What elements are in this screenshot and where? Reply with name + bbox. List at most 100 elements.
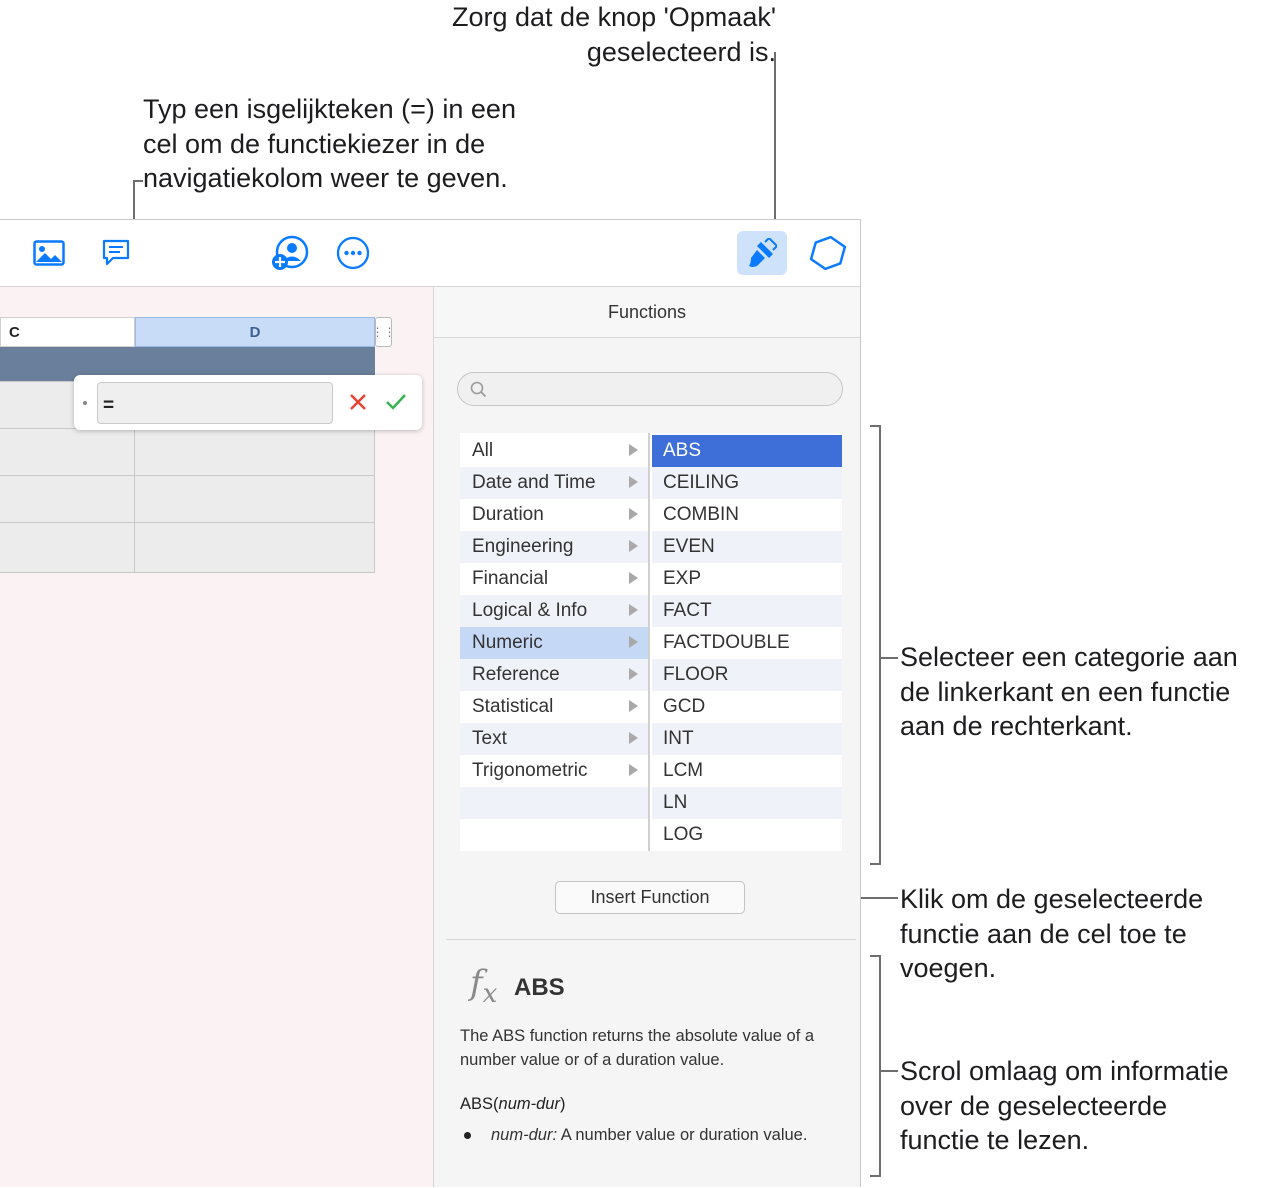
table-cell[interactable] bbox=[0, 475, 135, 523]
search-input[interactable] bbox=[457, 372, 843, 406]
accept-icon[interactable] bbox=[385, 392, 407, 417]
chevron-right-icon bbox=[629, 636, 638, 648]
function-lcm[interactable]: LCM bbox=[652, 755, 842, 787]
table-cell[interactable] bbox=[0, 522, 135, 573]
function-ln[interactable]: LN bbox=[652, 787, 842, 819]
function-log[interactable]: LOG bbox=[652, 819, 842, 851]
chevron-right-icon bbox=[629, 764, 638, 776]
callout-insert: Klik om de geselecteerde functie aan de … bbox=[900, 882, 1203, 986]
callout-line: functie aan de cel toe te bbox=[900, 918, 1187, 949]
table-cell[interactable] bbox=[134, 428, 375, 476]
column-header-c[interactable]: C bbox=[0, 317, 135, 347]
leader-line bbox=[133, 180, 143, 182]
bracket bbox=[870, 863, 880, 865]
function-abs[interactable]: ABS bbox=[652, 435, 842, 467]
callout-select: Selecteer een categorie aan de linkerkan… bbox=[900, 640, 1238, 744]
chevron-right-icon bbox=[629, 604, 638, 616]
bracket bbox=[879, 657, 898, 659]
category-date-and-time[interactable]: Date and Time bbox=[460, 467, 648, 499]
search-icon bbox=[470, 381, 487, 398]
category-all[interactable]: All bbox=[460, 435, 648, 467]
sidebar-title: Functions bbox=[434, 287, 860, 338]
function-even[interactable]: EVEN bbox=[652, 531, 842, 563]
category-logical-info[interactable]: Logical & Info bbox=[460, 595, 648, 627]
callout-line: cel om de functiekiezer in de bbox=[143, 128, 486, 159]
callout-equals: Typ een isgelijkteken (=) in een cel om … bbox=[143, 92, 516, 196]
format-sidebar: Functions All Date and Time Duration Eng… bbox=[434, 287, 860, 1187]
function-ceiling[interactable]: CEILING bbox=[652, 467, 842, 499]
function-gcd[interactable]: GCD bbox=[652, 691, 842, 723]
bullet-icon bbox=[464, 1132, 471, 1139]
organize-icon[interactable] bbox=[806, 231, 850, 275]
drag-dot-icon bbox=[83, 401, 87, 405]
table-cell[interactable] bbox=[0, 428, 135, 476]
description-function-name: ABS bbox=[514, 974, 565, 1001]
chevron-right-icon bbox=[629, 572, 638, 584]
category-reference[interactable]: Reference bbox=[460, 659, 648, 691]
category-text[interactable]: Text bbox=[460, 723, 648, 755]
column-label: D bbox=[249, 323, 261, 341]
table-cell[interactable] bbox=[134, 522, 375, 573]
chevron-right-icon bbox=[629, 444, 638, 456]
bracket bbox=[870, 1175, 880, 1177]
image-icon[interactable] bbox=[27, 231, 71, 275]
format-brush-icon[interactable] bbox=[737, 231, 787, 275]
chevron-right-icon bbox=[629, 508, 638, 520]
category-empty-row bbox=[460, 787, 648, 819]
description-argument: num-dur: A number value or duration valu… bbox=[464, 1123, 834, 1147]
formula-editor: = bbox=[74, 375, 422, 430]
function-combin[interactable]: COMBIN bbox=[652, 499, 842, 531]
function-factdouble[interactable]: FACTDOUBLE bbox=[652, 627, 842, 659]
column-divider bbox=[648, 433, 650, 851]
chevron-right-icon bbox=[629, 732, 638, 744]
function-exp[interactable]: EXP bbox=[652, 563, 842, 595]
category-financial[interactable]: Financial bbox=[460, 563, 648, 595]
divider bbox=[446, 939, 856, 940]
leader-line bbox=[774, 52, 776, 230]
category-engineering[interactable]: Engineering bbox=[460, 531, 648, 563]
chevron-right-icon bbox=[629, 476, 638, 488]
collaborate-icon[interactable] bbox=[268, 231, 312, 275]
callout-line: Zorg dat de knop 'Opmaak' bbox=[452, 2, 776, 32]
category-statistical[interactable]: Statistical bbox=[460, 691, 648, 723]
callout-line: aan de rechterkant. bbox=[900, 711, 1133, 741]
callout-line: geselecteerd is. bbox=[586, 36, 776, 67]
formula-text: = bbox=[103, 395, 115, 416]
callout-scroll: Scrol omlaag om informatie over de gesel… bbox=[900, 1054, 1229, 1158]
app-window: C D ⋮⋮ Functions All Date and Time Durat… bbox=[0, 219, 861, 1187]
category-empty-row bbox=[460, 819, 648, 851]
function-int[interactable]: INT bbox=[652, 723, 842, 755]
function-floor[interactable]: FLOOR bbox=[652, 659, 842, 691]
callout-line: Selecteer een categorie aan bbox=[900, 642, 1238, 672]
category-numeric[interactable]: Numeric bbox=[460, 627, 648, 659]
function-fact[interactable]: FACT bbox=[652, 595, 842, 627]
chevron-right-icon bbox=[629, 668, 638, 680]
function-fx-icon: fx bbox=[470, 963, 498, 1009]
callout-line: Klik om de geselecteerde bbox=[900, 884, 1204, 914]
toolbar bbox=[0, 220, 860, 287]
formula-input[interactable]: = bbox=[97, 382, 333, 424]
bracket bbox=[870, 955, 880, 957]
bracket bbox=[879, 425, 881, 865]
callout-line: Scrol omlaag om informatie bbox=[900, 1056, 1229, 1086]
callout-line: Typ een isgelijkteken (=) in een bbox=[143, 94, 516, 124]
callout-format-button: Zorg dat de knop 'Opmaak' geselecteerd i… bbox=[415, 0, 776, 69]
insert-function-button[interactable]: Insert Function bbox=[555, 881, 745, 914]
column-resize-handle[interactable]: ⋮⋮ bbox=[372, 317, 396, 347]
callout-line: de linkerkant en een functie bbox=[900, 676, 1231, 707]
table-cell[interactable] bbox=[134, 475, 375, 523]
comment-icon[interactable] bbox=[94, 231, 138, 275]
bracket bbox=[870, 425, 880, 427]
callout-line: over de geselecteerde bbox=[900, 1090, 1168, 1121]
category-trigonometric[interactable]: Trigonometric bbox=[460, 755, 648, 787]
more-icon[interactable] bbox=[331, 231, 375, 275]
cancel-icon[interactable] bbox=[348, 392, 368, 417]
description-syntax: ABS(num-dur) bbox=[460, 1095, 566, 1113]
callout-line: functie te lezen. bbox=[900, 1125, 1090, 1155]
category-duration[interactable]: Duration bbox=[460, 499, 648, 531]
bracket bbox=[879, 955, 881, 1177]
bracket bbox=[879, 1070, 898, 1072]
column-header-d[interactable]: D bbox=[135, 317, 375, 347]
function-picker: All Date and Time Duration Engineering F… bbox=[460, 433, 842, 851]
chevron-right-icon bbox=[629, 540, 638, 552]
